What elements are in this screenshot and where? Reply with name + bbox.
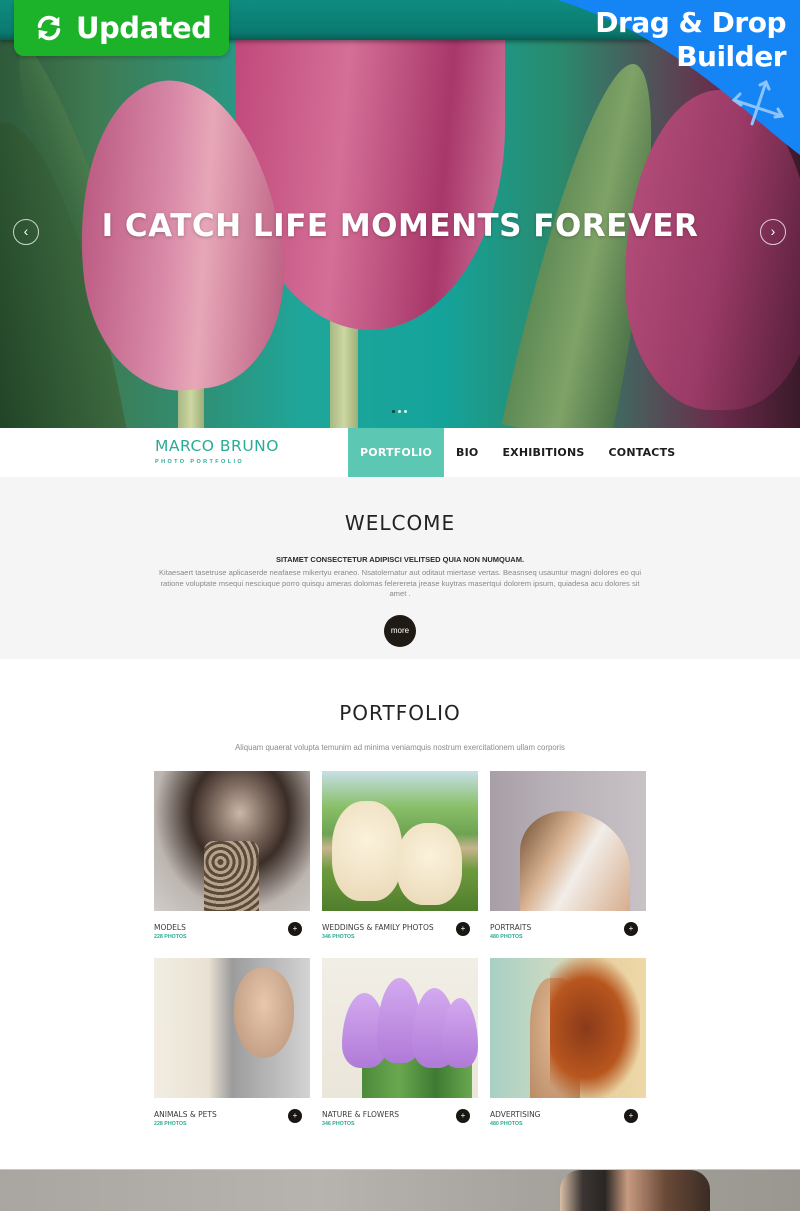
plus-icon[interactable]: +: [288, 1109, 302, 1123]
chevron-right-icon: ›: [770, 223, 776, 239]
chevron-left-icon: ‹: [23, 223, 29, 239]
plus-icon[interactable]: +: [624, 1109, 638, 1123]
slider-prev-button[interactable]: ‹: [13, 219, 39, 245]
slider-dot[interactable]: [392, 410, 395, 413]
brand-name: MARCO BRUNO: [155, 437, 279, 455]
more-button[interactable]: more: [384, 615, 416, 647]
photographer-image: [560, 1170, 710, 1211]
welcome-title: WELCOME: [344, 511, 456, 535]
portfolio-card: MODELS 228 PHOTOS +: [154, 771, 310, 958]
portfolio-card: ADVERTISING 480 PHOTOS +: [490, 958, 646, 1145]
brand-logo[interactable]: MARCO BRUNO PHOTO PORTFOLIO: [155, 437, 279, 465]
portfolio-subtitle: Aliquam quaerat volupta temunim ad minim…: [235, 743, 565, 752]
card-title[interactable]: MODELS: [154, 923, 186, 932]
welcome-body: Kitaesaert tasetruse aplicaserde neafaes…: [158, 568, 642, 598]
updated-badge: Updated: [14, 0, 229, 56]
card-title[interactable]: NATURE & FLOWERS: [322, 1110, 399, 1119]
welcome-lead: SITAMET CONSECTETUR ADIPISCI VELITSED QU…: [275, 555, 525, 564]
card-title[interactable]: ANIMALS & PETS: [154, 1110, 217, 1119]
nav-item-bio[interactable]: BIO: [444, 428, 490, 477]
nav-item-exhibitions[interactable]: EXHIBITIONS: [490, 428, 596, 477]
weddings-thumbnail[interactable]: [322, 771, 478, 911]
animals-thumbnail[interactable]: [154, 958, 310, 1098]
photographer-banner: [0, 1169, 800, 1211]
card-photo-count: 480 PHOTOS: [490, 1121, 523, 1127]
refresh-icon: [37, 15, 61, 41]
main-navbar: MARCO BRUNO PHOTO PORTFOLIO PORTFOLIO BI…: [0, 428, 800, 477]
portfolio-title: PORTFOLIO: [339, 701, 461, 725]
card-photo-count: 346 PHOTOS: [322, 934, 355, 940]
portfolio-section: PORTFOLIO Aliquam quaerat volupta temuni…: [0, 659, 800, 1169]
card-photo-count: 346 PHOTOS: [322, 1121, 355, 1127]
welcome-section: WELCOME SITAMET CONSECTETUR ADIPISCI VEL…: [0, 477, 800, 659]
hero-headline: I CATCH LIFE MOMENTS FOREVER: [101, 208, 699, 244]
drag-drop-line2: Builder: [676, 40, 786, 73]
card-title[interactable]: PORTRAITS: [490, 923, 531, 932]
portfolio-card: ANIMALS & PETS 228 PHOTOS +: [154, 958, 310, 1145]
portfolio-grid: MODELS 228 PHOTOS + WEDDINGS & FAMILY PH…: [154, 771, 646, 1145]
slider-next-button[interactable]: ›: [760, 219, 786, 245]
slider-dot[interactable]: [398, 410, 401, 413]
slider-pagination: [392, 410, 407, 413]
advertising-thumbnail[interactable]: [490, 958, 646, 1098]
card-title[interactable]: WEDDINGS & FAMILY PHOTOS: [322, 923, 434, 932]
portraits-thumbnail[interactable]: [490, 771, 646, 911]
updated-label: Updated: [76, 11, 212, 45]
portfolio-card: PORTRAITS 480 PHOTOS +: [490, 771, 646, 958]
portfolio-card: WEDDINGS & FAMILY PHOTOS 346 PHOTOS +: [322, 771, 478, 958]
plus-icon[interactable]: +: [456, 1109, 470, 1123]
plus-icon[interactable]: +: [624, 922, 638, 936]
plus-icon[interactable]: +: [456, 922, 470, 936]
nature-thumbnail[interactable]: [322, 958, 478, 1098]
nav-item-contacts[interactable]: CONTACTS: [597, 428, 688, 477]
portfolio-card: NATURE & FLOWERS 346 PHOTOS +: [322, 958, 478, 1145]
models-thumbnail[interactable]: [154, 771, 310, 911]
drag-drop-line1: Drag & Drop: [595, 6, 786, 39]
plus-icon[interactable]: +: [288, 922, 302, 936]
card-photo-count: 228 PHOTOS: [154, 934, 187, 940]
nav-menu: PORTFOLIO BIO EXHIBITIONS CONTACTS: [348, 428, 687, 477]
card-title[interactable]: ADVERTISING: [490, 1110, 541, 1119]
card-photo-count: 228 PHOTOS: [154, 1121, 187, 1127]
slider-dot[interactable]: [404, 410, 407, 413]
brand-tagline: PHOTO PORTFOLIO: [155, 459, 245, 465]
nav-item-portfolio[interactable]: PORTFOLIO: [348, 428, 445, 477]
drag-drop-label: Drag & Drop Builder: [595, 6, 786, 74]
card-photo-count: 480 PHOTOS: [490, 934, 523, 940]
page: I CATCH LIFE MOMENTS FOREVER ‹ › Updated…: [0, 0, 800, 1211]
